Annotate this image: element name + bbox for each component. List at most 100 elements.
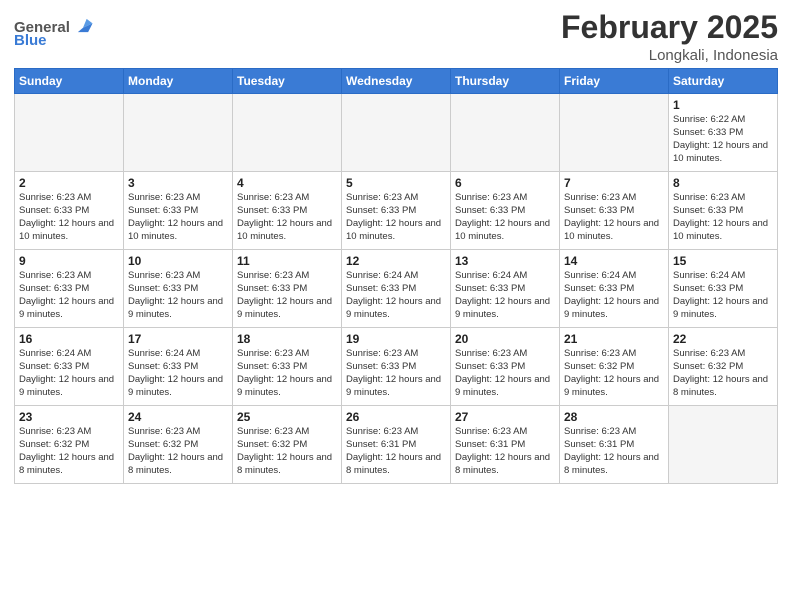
day-info: Sunrise: 6:23 AM Sunset: 6:33 PM Dayligh… (237, 270, 337, 321)
day-number: 12 (346, 254, 446, 268)
day-info: Sunrise: 6:23 AM Sunset: 6:33 PM Dayligh… (237, 192, 337, 243)
day-number: 1 (673, 98, 773, 112)
day-info: Sunrise: 6:23 AM Sunset: 6:31 PM Dayligh… (455, 426, 555, 477)
day-number: 13 (455, 254, 555, 268)
day-info: Sunrise: 6:23 AM Sunset: 6:33 PM Dayligh… (19, 270, 119, 321)
day-info: Sunrise: 6:24 AM Sunset: 6:33 PM Dayligh… (128, 348, 228, 399)
logo-icon (72, 16, 94, 38)
col-wednesday: Wednesday (342, 69, 451, 94)
col-tuesday: Tuesday (233, 69, 342, 94)
col-thursday: Thursday (451, 69, 560, 94)
day-number: 7 (564, 176, 664, 190)
day-number: 5 (346, 176, 446, 190)
main-container: General Blue February 2025 Longkali, Ind… (0, 0, 792, 494)
logo: General Blue (14, 16, 94, 49)
table-row: 5 Sunrise: 6:23 AM Sunset: 6:33 PM Daylig… (342, 172, 451, 250)
table-row (124, 94, 233, 172)
day-info: Sunrise: 6:23 AM Sunset: 6:33 PM Dayligh… (346, 348, 446, 399)
day-number: 17 (128, 332, 228, 346)
day-number: 15 (673, 254, 773, 268)
table-row: 4 Sunrise: 6:23 AM Sunset: 6:33 PM Daylig… (233, 172, 342, 250)
table-row: 27 Sunrise: 6:23 AM Sunset: 6:31 PM Dayli… (451, 406, 560, 484)
table-row: 2Sunrise: 6:23 AM Sunset: 6:33 PM Daylig… (15, 172, 124, 250)
day-number: 20 (455, 332, 555, 346)
day-number: 28 (564, 410, 664, 424)
table-row: 14Sunrise: 6:24 AM Sunset: 6:33 PM Dayli… (560, 250, 669, 328)
table-row: 23 Sunrise: 6:23 AM Sunset: 6:32 PM Dayli… (15, 406, 124, 484)
table-row: 9 Sunrise: 6:23 AM Sunset: 6:33 PM Daylig… (15, 250, 124, 328)
day-info: Sunrise: 6:23 AM Sunset: 6:33 PM Dayligh… (455, 348, 555, 399)
table-row: 3 Sunrise: 6:23 AM Sunset: 6:33 PM Daylig… (124, 172, 233, 250)
table-row: 6Sunrise: 6:23 AM Sunset: 6:33 PM Daylig… (451, 172, 560, 250)
table-row (451, 94, 560, 172)
table-row: 25Sunrise: 6:23 AM Sunset: 6:32 PM Dayli… (233, 406, 342, 484)
table-row (669, 406, 778, 484)
table-row: 13 Sunrise: 6:24 AM Sunset: 6:33 PM Dayli… (451, 250, 560, 328)
calendar-week-row: 23 Sunrise: 6:23 AM Sunset: 6:32 PM Dayli… (15, 406, 778, 484)
day-info: Sunrise: 6:23 AM Sunset: 6:33 PM Dayligh… (673, 192, 773, 243)
calendar-week-row: 9 Sunrise: 6:23 AM Sunset: 6:33 PM Daylig… (15, 250, 778, 328)
day-number: 4 (237, 176, 337, 190)
day-info: Sunrise: 6:23 AM Sunset: 6:33 PM Dayligh… (564, 192, 664, 243)
day-number: 16 (19, 332, 119, 346)
table-row (15, 94, 124, 172)
calendar-week-row: 2Sunrise: 6:23 AM Sunset: 6:33 PM Daylig… (15, 172, 778, 250)
table-row: 19 Sunrise: 6:23 AM Sunset: 6:33 PM Dayli… (342, 328, 451, 406)
table-row (233, 94, 342, 172)
day-info: Sunrise: 6:23 AM Sunset: 6:33 PM Dayligh… (346, 192, 446, 243)
col-friday: Friday (560, 69, 669, 94)
calendar-table: Sunday Monday Tuesday Wednesday Thursday… (14, 68, 778, 484)
day-info: Sunrise: 6:23 AM Sunset: 6:32 PM Dayligh… (128, 426, 228, 477)
table-row: 20 Sunrise: 6:23 AM Sunset: 6:33 PM Dayli… (451, 328, 560, 406)
day-info: Sunrise: 6:24 AM Sunset: 6:33 PM Dayligh… (346, 270, 446, 321)
table-row: 8 Sunrise: 6:23 AM Sunset: 6:33 PM Daylig… (669, 172, 778, 250)
day-number: 23 (19, 410, 119, 424)
day-number: 27 (455, 410, 555, 424)
day-info: Sunrise: 6:23 AM Sunset: 6:32 PM Dayligh… (237, 426, 337, 477)
table-row: 15 Sunrise: 6:24 AM Sunset: 6:33 PM Dayli… (669, 250, 778, 328)
day-number: 6 (455, 176, 555, 190)
day-info: Sunrise: 6:24 AM Sunset: 6:33 PM Dayligh… (564, 270, 664, 321)
day-number: 3 (128, 176, 228, 190)
header: General Blue February 2025 Longkali, Ind… (14, 10, 778, 64)
day-info: Sunrise: 6:22 AM Sunset: 6:33 PM Dayligh… (673, 114, 773, 165)
day-info: Sunrise: 6:23 AM Sunset: 6:32 PM Dayligh… (564, 348, 664, 399)
day-info: Sunrise: 6:24 AM Sunset: 6:33 PM Dayligh… (673, 270, 773, 321)
col-monday: Monday (124, 69, 233, 94)
table-row: 17 Sunrise: 6:24 AM Sunset: 6:33 PM Dayli… (124, 328, 233, 406)
day-info: Sunrise: 6:23 AM Sunset: 6:32 PM Dayligh… (673, 348, 773, 399)
day-number: 9 (19, 254, 119, 268)
table-row: 21 Sunrise: 6:23 AM Sunset: 6:32 PM Dayli… (560, 328, 669, 406)
day-info: Sunrise: 6:24 AM Sunset: 6:33 PM Dayligh… (19, 348, 119, 399)
title-block: February 2025 Longkali, Indonesia (561, 10, 778, 64)
day-number: 10 (128, 254, 228, 268)
day-info: Sunrise: 6:23 AM Sunset: 6:31 PM Dayligh… (564, 426, 664, 477)
table-row: 1 Sunrise: 6:22 AM Sunset: 6:33 PM Daylig… (669, 94, 778, 172)
day-number: 21 (564, 332, 664, 346)
day-number: 24 (128, 410, 228, 424)
calendar-week-row: 1 Sunrise: 6:22 AM Sunset: 6:33 PM Daylig… (15, 94, 778, 172)
table-row (342, 94, 451, 172)
col-saturday: Saturday (669, 69, 778, 94)
day-number: 11 (237, 254, 337, 268)
table-row: 24 Sunrise: 6:23 AM Sunset: 6:32 PM Dayli… (124, 406, 233, 484)
table-row: 10 Sunrise: 6:23 AM Sunset: 6:33 PM Dayli… (124, 250, 233, 328)
logo-blue: Blue (14, 32, 47, 49)
calendar-week-row: 16 Sunrise: 6:24 AM Sunset: 6:33 PM Dayli… (15, 328, 778, 406)
calendar-header-row: Sunday Monday Tuesday Wednesday Thursday… (15, 69, 778, 94)
day-info: Sunrise: 6:23 AM Sunset: 6:33 PM Dayligh… (237, 348, 337, 399)
day-info: Sunrise: 6:23 AM Sunset: 6:33 PM Dayligh… (128, 270, 228, 321)
day-number: 19 (346, 332, 446, 346)
table-row: 12 Sunrise: 6:24 AM Sunset: 6:33 PM Dayli… (342, 250, 451, 328)
day-info: Sunrise: 6:23 AM Sunset: 6:33 PM Dayligh… (19, 192, 119, 243)
day-info: Sunrise: 6:23 AM Sunset: 6:33 PM Dayligh… (128, 192, 228, 243)
day-info: Sunrise: 6:24 AM Sunset: 6:33 PM Dayligh… (455, 270, 555, 321)
table-row: 11 Sunrise: 6:23 AM Sunset: 6:33 PM Dayli… (233, 250, 342, 328)
table-row: 26Sunrise: 6:23 AM Sunset: 6:31 PM Dayli… (342, 406, 451, 484)
table-row: 22 Sunrise: 6:23 AM Sunset: 6:32 PM Dayli… (669, 328, 778, 406)
day-number: 8 (673, 176, 773, 190)
day-info: Sunrise: 6:23 AM Sunset: 6:32 PM Dayligh… (19, 426, 119, 477)
col-sunday: Sunday (15, 69, 124, 94)
day-number: 22 (673, 332, 773, 346)
location: Longkali, Indonesia (561, 47, 778, 64)
